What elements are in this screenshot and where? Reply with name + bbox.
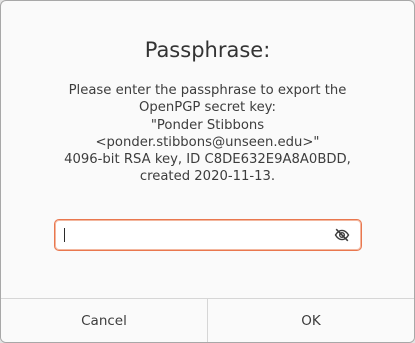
message-line: 4096-bit RSA key, ID C8DE632E9A8A0BDD, bbox=[64, 152, 351, 168]
passphrase-dialog: Passphrase: Please enter the passphrase … bbox=[0, 0, 415, 343]
dialog-buttons: Cancel OK bbox=[1, 298, 414, 342]
message-line: created 2020-11-13. bbox=[139, 169, 276, 185]
ok-button[interactable]: OK bbox=[208, 299, 414, 342]
dialog-title: Passphrase: bbox=[144, 38, 271, 62]
message-line: "Ponder Stibbons bbox=[150, 117, 265, 133]
message-line: Please enter the passphrase to export th… bbox=[68, 83, 347, 98]
passphrase-input[interactable] bbox=[54, 219, 362, 251]
eye-hidden-icon[interactable] bbox=[334, 227, 350, 243]
cancel-button[interactable]: Cancel bbox=[1, 299, 207, 342]
text-caret bbox=[64, 228, 65, 242]
dialog-message: Please enter the passphrase to export th… bbox=[21, 82, 394, 186]
message-line: OpenPGP secret key: bbox=[139, 100, 276, 116]
message-line: <ponder.stibbons@unseen.edu>" bbox=[95, 134, 320, 150]
